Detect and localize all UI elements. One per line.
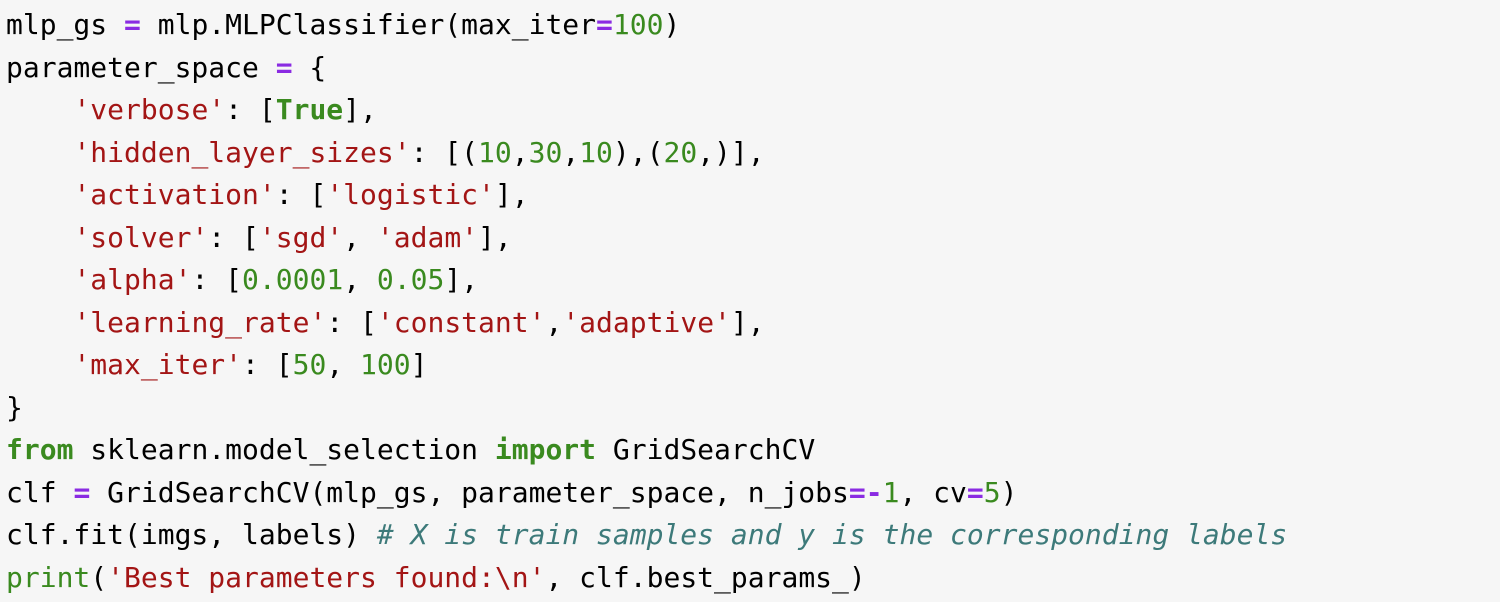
string-literal: 'adam' bbox=[376, 220, 479, 254]
code-block: mlp_gs = mlp.MLPClassifier(max_iter=100)… bbox=[0, 0, 1500, 602]
code-line: 'learning_rate': ['constant','adaptive']… bbox=[6, 302, 1500, 345]
number-literal: 30 bbox=[528, 135, 563, 169]
code-line: 'activation': ['logistic'], bbox=[6, 174, 1500, 217]
code-text: : [( bbox=[410, 135, 479, 169]
keyword-token: True bbox=[275, 93, 344, 126]
code-text: : [ bbox=[191, 263, 243, 296]
code-text: } bbox=[6, 390, 23, 424]
builtin-function: print bbox=[6, 560, 91, 594]
code-text: ], bbox=[343, 93, 377, 126]
number-literal: 100 bbox=[612, 8, 664, 41]
code-line: 'max_iter': [50, 100] bbox=[6, 344, 1500, 387]
code-text: ),( bbox=[612, 135, 664, 169]
keyword-token: from bbox=[6, 433, 74, 466]
string-literal: 'max_iter' bbox=[73, 348, 243, 381]
code-text: ( bbox=[90, 560, 108, 594]
code-text: ,)], bbox=[697, 135, 765, 169]
string-literal: 'hidden_layer_sizes' bbox=[73, 135, 411, 169]
operator-token: = bbox=[596, 8, 613, 41]
code-text: parameter_space bbox=[6, 50, 276, 84]
string-literal: 'solver' bbox=[73, 220, 209, 254]
operator-token: = bbox=[966, 475, 984, 509]
string-literal: 'sgd' bbox=[258, 220, 344, 254]
operator-token: = bbox=[275, 50, 293, 84]
code-text: , bbox=[343, 220, 377, 254]
code-text: : [ bbox=[326, 305, 377, 339]
code-text: ], bbox=[730, 305, 765, 339]
code-line: clf = GridSearchCV(mlp_gs, parameter_spa… bbox=[6, 472, 1500, 515]
code-text: , bbox=[562, 135, 580, 169]
keyword-token: import bbox=[494, 433, 597, 466]
string-literal: 'adaptive' bbox=[562, 305, 731, 339]
code-text: ) bbox=[1000, 475, 1018, 509]
code-text: , bbox=[545, 305, 563, 339]
code-text: GridSearchCV bbox=[596, 433, 816, 466]
code-text: : [ bbox=[275, 178, 327, 211]
code-line: clf.fit(imgs, labels) # X is train sampl… bbox=[6, 514, 1500, 557]
code-text: mlp.MLPClassifier(max_iter bbox=[140, 8, 597, 41]
code-text: : [ bbox=[225, 93, 276, 126]
code-text: ], bbox=[444, 263, 479, 296]
code-text: clf.fit(imgs, labels) bbox=[6, 518, 377, 551]
number-literal: 50 bbox=[292, 348, 327, 381]
code-text: { bbox=[292, 50, 327, 84]
string-literal: 'activation' bbox=[73, 178, 276, 211]
code-line: } bbox=[6, 387, 1500, 430]
code-comment: # X is train samples and y is the corres… bbox=[376, 518, 1288, 551]
string-literal: 'constant' bbox=[376, 305, 546, 339]
code-line: 'hidden_layer_sizes': [(10,30,10),(20,)]… bbox=[6, 132, 1500, 175]
string-literal: 'Best parameters found:\n' bbox=[107, 560, 546, 594]
code-text: : [ bbox=[208, 220, 259, 254]
code-text: clf bbox=[6, 475, 74, 509]
code-text: , cv bbox=[899, 475, 967, 509]
code-text: : [ bbox=[242, 348, 293, 381]
code-text: , bbox=[511, 135, 529, 169]
number-literal: 10 bbox=[579, 135, 613, 169]
code-line: mlp_gs = mlp.MLPClassifier(max_iter=100) bbox=[6, 4, 1500, 47]
string-literal: 'logistic' bbox=[326, 178, 495, 211]
number-literal: 0.0001 bbox=[242, 263, 344, 296]
code-line: parameter_space = { bbox=[6, 47, 1500, 90]
code-text: , bbox=[343, 263, 377, 296]
code-text: , bbox=[326, 348, 361, 381]
code-text: mlp_gs bbox=[6, 8, 125, 41]
number-literal: 5 bbox=[983, 475, 1001, 509]
code-text: ) bbox=[663, 8, 681, 41]
string-literal: 'learning_rate' bbox=[73, 305, 327, 339]
string-literal: 'verbose' bbox=[73, 93, 226, 126]
code-text: ], bbox=[494, 178, 529, 211]
code-line: 'verbose': [True], bbox=[6, 89, 1500, 132]
code-text: sklearn.model_selection bbox=[73, 433, 495, 466]
code-text: GridSearchCV(mlp_gs, parameter_space, n_… bbox=[90, 475, 849, 509]
code-text: ] bbox=[410, 348, 428, 381]
code-line: 'solver': ['sgd', 'adam'], bbox=[6, 217, 1500, 260]
code-line: from sklearn.model_selection import Grid… bbox=[6, 429, 1500, 472]
operator-token: = bbox=[73, 475, 91, 509]
code-line: 'alpha': [0.0001, 0.05], bbox=[6, 259, 1500, 302]
number-literal: 100 bbox=[360, 348, 411, 381]
number-literal: 1 bbox=[882, 475, 900, 509]
code-text: , clf.best_params_) bbox=[545, 560, 866, 594]
number-literal: 20 bbox=[663, 135, 698, 169]
operator-token: = bbox=[124, 8, 141, 41]
string-literal: 'alpha' bbox=[73, 263, 192, 296]
code-text: ], bbox=[478, 220, 512, 254]
number-literal: 10 bbox=[478, 135, 512, 169]
operator-token: =- bbox=[848, 475, 883, 509]
code-line: print('Best parameters found:\n', clf.be… bbox=[6, 557, 1500, 600]
number-literal: 0.05 bbox=[376, 263, 445, 296]
